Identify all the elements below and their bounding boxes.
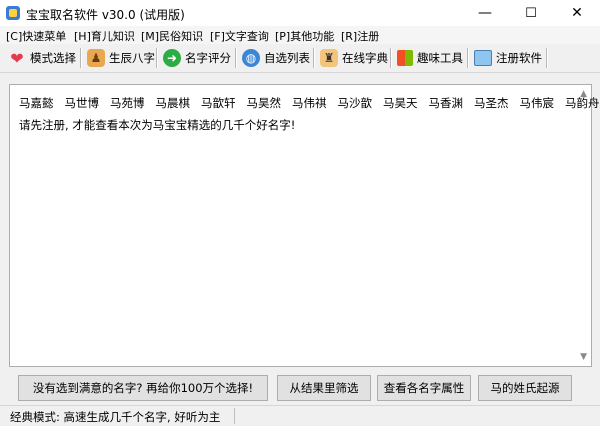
- app-icon: [6, 6, 20, 20]
- monitor-icon: [474, 50, 492, 66]
- toolbar-separator: [156, 48, 158, 68]
- toolbar-mode-select[interactable]: ❤ 模式选择: [8, 46, 76, 70]
- toolbar-label: 注册软件: [496, 51, 542, 65]
- name-item[interactable]: 马苑博: [110, 95, 145, 111]
- toolbar-fun-tools[interactable]: 趣味工具: [397, 46, 463, 70]
- status-bar: 经典模式: 高速生成几千个名字, 好听为主: [0, 405, 600, 426]
- name-item[interactable]: 马伟宸: [520, 95, 555, 111]
- toolbar-custom-list[interactable]: ◍ 自选列表: [242, 46, 310, 70]
- toolbar-label: 在线字典: [342, 51, 388, 65]
- view-attributes-button[interactable]: 查看各名字属性: [377, 375, 471, 401]
- menu-text-query[interactable]: [F]文字查询: [210, 28, 269, 44]
- people-icon: ♟: [87, 49, 105, 67]
- toolbar-label: 生辰八字: [109, 51, 155, 65]
- name-item[interactable]: 马歆轩: [201, 95, 236, 111]
- name-list: 马嘉懿 马世博 马苑博 马晨棋 马歆轩 马昊然 马伟祺 马沙歆 马昊天 马香渊 马圣杰 马伟宸 马韵舟.…: [19, 95, 600, 111]
- toolbar-separator: [313, 48, 315, 68]
- globe-icon: ◍: [242, 49, 260, 67]
- toolbar-online-dictionary[interactable]: ♜ 在线字典: [320, 46, 388, 70]
- results-panel[interactable]: 马嘉懿 马世博 马苑博 马晨棋 马歆轩 马昊然 马伟祺 马沙歆 马昊天 马香渊 马圣杰 马伟宸 马韵舟.…: [9, 84, 600, 367]
- arrow-circle-icon: ➜: [163, 49, 181, 67]
- name-item[interactable]: 马沙歆: [338, 95, 373, 111]
- minimize-button[interactable]: —: [462, 0, 508, 26]
- name-item[interactable]: 马香渊: [429, 95, 464, 111]
- scroll-down-arrow-icon[interactable]: ▼: [580, 352, 587, 362]
- status-divider: [234, 408, 235, 424]
- toolbar-label: 自选列表: [264, 51, 310, 65]
- toolbar-separator: [546, 48, 548, 68]
- window-title: 宝宝取名软件 v30.0 (试用版): [26, 8, 185, 22]
- toolbar-label: 趣味工具: [417, 51, 463, 65]
- name-item[interactable]: 马昊然: [247, 95, 282, 111]
- menu-register[interactable]: [R]注册: [341, 28, 379, 44]
- name-item[interactable]: 马嘉懿: [19, 95, 54, 111]
- menu-bar: [C]快速菜单 [H]育儿知识 [M]民俗知识 [F]文字查询 [P]其他功能 …: [0, 26, 600, 44]
- toolbar-separator: [467, 48, 469, 68]
- scroll-up-arrow-icon[interactable]: ▲: [580, 89, 587, 99]
- toolbar-label: 模式选择: [30, 51, 76, 65]
- name-item[interactable]: 马晨棋: [156, 95, 191, 111]
- graduate-icon: ♜: [320, 49, 338, 67]
- title-bar: 宝宝取名软件 v30.0 (试用版) — ☐ ✕: [0, 0, 600, 26]
- toolbar-separator: [80, 48, 82, 68]
- name-item[interactable]: 马圣杰: [474, 95, 509, 111]
- name-item[interactable]: 马伟祺: [292, 95, 327, 111]
- status-text: 经典模式: 高速生成几千个名字, 好听为主: [10, 410, 221, 424]
- toolbar-name-score[interactable]: ➜ 名字评分: [163, 46, 231, 70]
- heart-icon: ❤: [10, 48, 24, 68]
- toolbar: ❤ 模式选择 ♟ 生辰八字 ➜ 名字评分 ◍ 自选列表 ♜ 在线字典 趣味工具 …: [0, 44, 600, 73]
- more-names-button[interactable]: 没有选到满意的名字? 再给你100万个选择!: [18, 375, 268, 401]
- maximize-button[interactable]: ☐: [508, 0, 554, 26]
- register-notice: 请先注册, 才能查看本次为马宝宝精选的几千个好名字!: [19, 118, 296, 132]
- surname-origin-button[interactable]: 马的姓氏起源: [478, 375, 572, 401]
- filter-results-button[interactable]: 从结果里筛选: [277, 375, 371, 401]
- menu-parenting[interactable]: [H]育儿知识: [74, 28, 135, 44]
- name-item[interactable]: 马昊天: [383, 95, 418, 111]
- close-button[interactable]: ✕: [554, 0, 600, 26]
- toolbar-label: 名字评分: [185, 51, 231, 65]
- menu-folklore[interactable]: [M]民俗知识: [141, 28, 203, 44]
- toolbar-separator: [390, 48, 392, 68]
- toolbar-birth-chart[interactable]: ♟ 生辰八字: [87, 46, 155, 70]
- toolbar-separator: [235, 48, 237, 68]
- toolbar-register-software[interactable]: 注册软件: [474, 46, 542, 70]
- menu-quick[interactable]: [C]快速菜单: [6, 28, 66, 44]
- menu-other[interactable]: [P]其他功能: [275, 28, 334, 44]
- name-item[interactable]: 马世博: [65, 95, 100, 111]
- windows-logo-icon: [397, 50, 413, 66]
